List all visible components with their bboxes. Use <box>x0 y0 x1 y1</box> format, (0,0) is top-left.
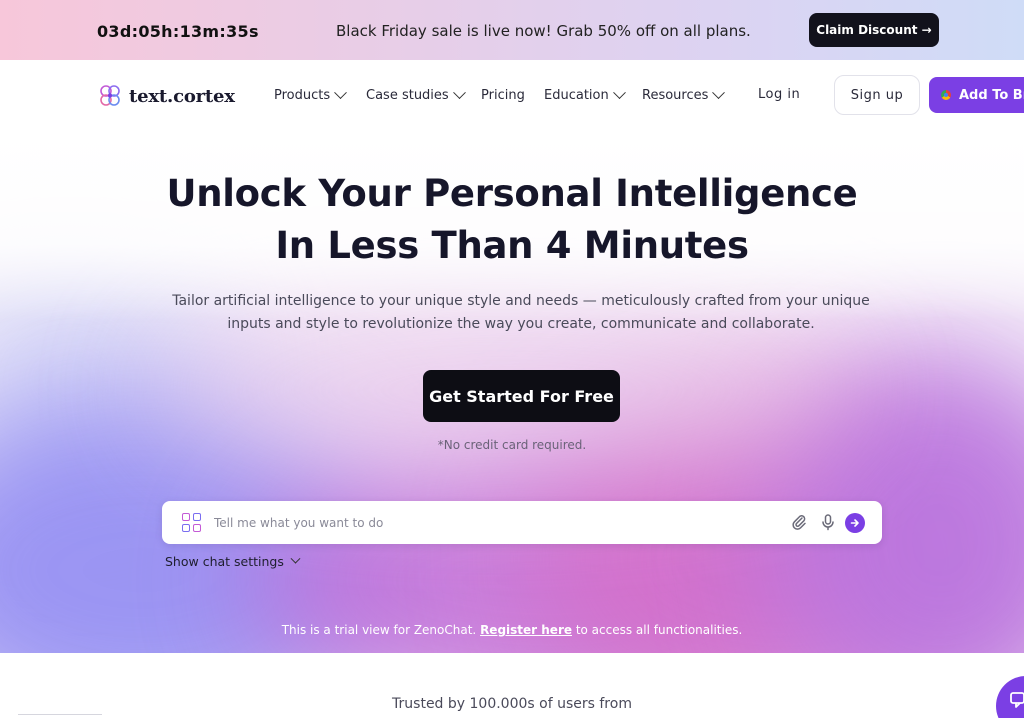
nav-item-education[interactable]: Education <box>544 86 626 103</box>
chevron-down-icon <box>612 86 626 100</box>
nav-item-resources[interactable]: Resources <box>642 86 726 103</box>
chat-input-box <box>162 501 882 544</box>
nav-item-label: Pricing <box>481 88 525 103</box>
nav-item-case-studies[interactable]: Case studies <box>366 86 466 103</box>
chat-settings-label: Show chat settings <box>165 554 284 569</box>
trial-notice: This is a trial view for ZenoChat. Regis… <box>0 623 1024 637</box>
promo-text: Black Friday sale is live now! Grab 50% … <box>336 22 751 40</box>
apps-grid-icon[interactable] <box>182 513 201 532</box>
microphone-icon[interactable] <box>819 513 837 531</box>
login-link[interactable]: Log in <box>758 87 800 102</box>
no-credit-card-note: *No credit card required. <box>437 438 587 452</box>
chevron-down-icon <box>712 86 726 100</box>
paperclip-icon[interactable] <box>790 513 808 531</box>
add-to-browser-button[interactable]: Add To Bro <box>929 77 1024 113</box>
register-link[interactable]: Register here <box>480 623 572 637</box>
chevron-down-icon <box>334 86 348 100</box>
chevron-down-icon <box>290 553 301 564</box>
send-button[interactable] <box>845 513 865 533</box>
logo[interactable]: text.cortex <box>97 83 235 109</box>
add-to-browser-label: Add To Bro <box>959 87 1024 103</box>
divider <box>18 714 102 715</box>
logo-text: text.cortex <box>129 85 235 107</box>
top-navigation: text.cortex Products Case studies Pricin… <box>0 60 1024 130</box>
nav-item-label: Case studies <box>366 88 449 103</box>
nav-item-label: Education <box>544 88 609 103</box>
chrome-icon <box>941 90 951 100</box>
nav-item-label: Resources <box>642 88 709 103</box>
chat-widget-button[interactable] <box>996 676 1024 718</box>
chevron-down-icon <box>452 86 466 100</box>
brain-logo-icon <box>100 85 120 106</box>
trusted-by-text: Trusted by 100.000s of users from <box>392 696 632 712</box>
trial-text-suffix: to access all functionalities. <box>572 623 743 637</box>
hero-subtitle: Tailor artificial intelligence to your u… <box>172 293 870 332</box>
arrow-right-icon <box>850 519 859 527</box>
show-chat-settings-toggle[interactable]: Show chat settings <box>165 553 301 569</box>
chat-bubble-icon <box>1010 692 1024 708</box>
chat-input[interactable] <box>214 509 774 536</box>
nav-item-label: Products <box>274 88 331 103</box>
hero-section: Unlock Your Personal Intelligence In Les… <box>0 130 1024 653</box>
nav-item-pricing[interactable]: Pricing <box>481 88 525 103</box>
signup-button[interactable]: Sign up <box>834 75 920 115</box>
countdown-timer: 03d:05h:13m:35s <box>97 22 259 41</box>
claim-discount-button[interactable]: Claim Discount → <box>809 13 939 47</box>
hero-headline-line1: Unlock Your Personal Intelligence <box>166 172 858 215</box>
nav-item-products[interactable]: Products <box>274 86 348 103</box>
trial-text-prefix: This is a trial view for ZenoChat. <box>281 623 481 637</box>
promo-banner: 03d:05h:13m:35s Black Friday sale is liv… <box>0 0 1024 60</box>
get-started-button[interactable]: Get Started For Free <box>423 370 620 422</box>
hero-headline-line2: In Less Than 4 Minutes <box>275 224 749 267</box>
